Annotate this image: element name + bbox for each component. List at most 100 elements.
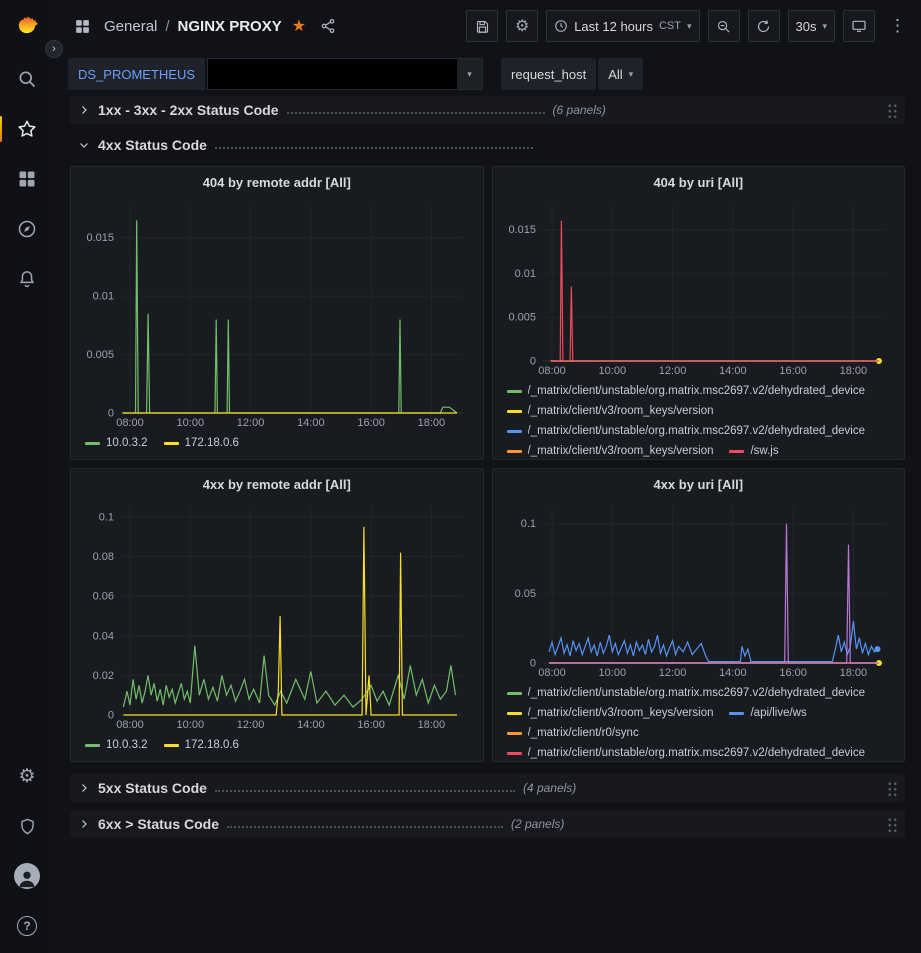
panel-header[interactable]: 4xx by remote addr [All]: [71, 469, 483, 499]
variable-ds-chevron[interactable]: ▾: [457, 58, 483, 90]
svg-text:0.1: 0.1: [520, 518, 535, 530]
row-6xx[interactable]: 6xx > Status Code (2 panels): [70, 810, 905, 838]
sidebar-item-admin[interactable]: [9, 811, 45, 841]
svg-text:0.01: 0.01: [93, 291, 114, 303]
row-title: 1xx - 3xx - 2xx Status Code: [98, 102, 279, 118]
panel-header[interactable]: 404 by remote addr [All]: [71, 167, 483, 197]
svg-text:0.06: 0.06: [93, 591, 114, 603]
chevron-down-icon: [78, 139, 90, 151]
refresh-interval-picker[interactable]: 30s ▾: [788, 10, 836, 42]
svg-text:16:00: 16:00: [779, 365, 807, 377]
svg-text:16:00: 16:00: [357, 417, 385, 429]
timeseries-svg: 08:0010:0012:0014:0016:0018:0000.0050.01…: [497, 197, 901, 379]
save-dashboard-button[interactable]: [466, 10, 498, 42]
legend-item[interactable]: /_matrix/client/unstable/org.matrix.msc2…: [507, 421, 866, 441]
grafana-logo[interactable]: [12, 10, 42, 40]
row-drag-handle[interactable]: [886, 816, 897, 832]
panel-header[interactable]: 404 by uri [All]: [493, 167, 905, 197]
legend-swatch: [507, 692, 522, 695]
svg-text:12:00: 12:00: [237, 417, 265, 429]
legend-swatch: [507, 390, 522, 393]
sidebar-item-configuration[interactable]: ⚙: [9, 761, 45, 791]
zoom-out-button[interactable]: [708, 10, 740, 42]
row-drag-handle[interactable]: [886, 780, 897, 796]
panel-header[interactable]: 4xx by uri [All]: [493, 469, 905, 499]
legend-item[interactable]: 172.18.0.6: [164, 433, 239, 453]
svg-text:10:00: 10:00: [177, 719, 205, 731]
favorite-star-icon[interactable]: ★: [292, 16, 306, 36]
time-range-label: Last 12 hours: [574, 19, 653, 34]
share-button[interactable]: [314, 12, 342, 40]
breadcrumb-folder[interactable]: General: [104, 18, 157, 35]
timezone-label: CST: [659, 20, 681, 32]
dotted-leader: [215, 790, 515, 792]
panel-title: 404 by remote addr [All]: [203, 175, 351, 190]
row-1xx-3xx-2xx[interactable]: 1xx - 3xx - 2xx Status Code (6 panels): [70, 96, 905, 124]
svg-text:0.005: 0.005: [86, 349, 114, 361]
sidebar-item-alerting[interactable]: [9, 264, 45, 294]
legend-item[interactable]: /sw.js: [729, 441, 778, 459]
sidebar-item-search[interactable]: [9, 64, 45, 94]
legend-item[interactable]: /_matrix/client/v3/room_keys/version: [507, 441, 714, 459]
legend-item[interactable]: /_matrix/client/r0/sync: [507, 723, 639, 743]
dashboards-breadcrumb-icon-button[interactable]: [68, 12, 96, 40]
gear-icon: ⚙: [515, 16, 529, 36]
legend-item[interactable]: 172.18.0.6: [164, 735, 239, 755]
legend-swatch: [507, 450, 522, 453]
row-drag-handle[interactable]: [886, 102, 897, 118]
time-range-picker[interactable]: Last 12 hours CST ▾: [546, 10, 699, 42]
panel-legend: /_matrix/client/unstable/org.matrix.msc2…: [493, 681, 905, 761]
svg-text:14:00: 14:00: [719, 365, 747, 377]
legend-item[interactable]: 10.0.3.2: [85, 433, 148, 453]
legend-item[interactable]: /_matrix/client/v3/room_keys/version: [507, 703, 714, 723]
row-4xx[interactable]: 4xx Status Code: [70, 132, 905, 158]
sidebar-expand-button[interactable]: ›: [45, 40, 63, 58]
svg-text:08:00: 08:00: [538, 365, 566, 377]
row-panel-count: (6 panels): [553, 103, 606, 117]
dashboard-settings-button[interactable]: ⚙: [506, 10, 538, 42]
help-icon: ?: [17, 916, 37, 936]
sidebar-item-profile[interactable]: [9, 861, 45, 891]
variable-value-request-host[interactable]: All ▾: [598, 58, 643, 90]
panel-404-by-remote-addr: 404 by remote addr [All] 08:00 10:00 12:00…: [70, 166, 484, 460]
svg-text:10:00: 10:00: [177, 417, 205, 429]
svg-text:18:00: 18:00: [418, 417, 446, 429]
legend-swatch: [164, 744, 179, 747]
svg-text:08:00: 08:00: [116, 417, 144, 429]
legend-label: /_matrix/client/unstable/org.matrix.msc2…: [528, 683, 866, 703]
sidebar-item-starred[interactable]: [9, 114, 45, 144]
refresh-button[interactable]: [748, 10, 780, 42]
sidebar-item-dashboards[interactable]: [9, 164, 45, 194]
variables-bar: DS_PROMETHEUS ▾ request_host All ▾: [54, 52, 921, 96]
dashboard-body: 1xx - 3xx - 2xx Status Code (6 panels) 4…: [54, 96, 921, 953]
more-options-button[interactable]: ⋮: [883, 10, 907, 42]
sidebar-item-explore[interactable]: [9, 214, 45, 244]
legend-item[interactable]: /_matrix/client/v3/room_keys/version: [507, 401, 714, 421]
row-5xx[interactable]: 5xx Status Code (4 panels): [70, 774, 905, 802]
svg-text:0.015: 0.015: [508, 224, 536, 236]
panel-chart[interactable]: 08:0010:0012:0014:0016:0018:0000.0050.01…: [75, 197, 479, 431]
legend-item[interactable]: /_matrix/client/unstable/org.matrix.msc2…: [507, 381, 866, 401]
legend-item[interactable]: /_matrix/client/unstable/org.matrix.msc2…: [507, 683, 866, 703]
panel-chart[interactable]: 08:0010:0012:0014:0016:0018:0000.020.040…: [75, 499, 479, 733]
variable-value-ds-prometheus[interactable]: [207, 58, 457, 90]
clock-icon: [554, 19, 568, 33]
variable-label-request-host[interactable]: request_host: [501, 58, 596, 90]
panel-legend: 10.0.3.2 172.18.0.6: [71, 733, 483, 761]
panel-title: 404 by uri [All]: [653, 175, 743, 190]
tv-mode-button[interactable]: [843, 10, 875, 42]
legend-item[interactable]: 10.0.3.2: [85, 735, 148, 755]
panel-legend: /_matrix/client/unstable/org.matrix.msc2…: [493, 379, 905, 459]
legend-item[interactable]: /api/live/ws: [729, 703, 806, 723]
svg-text:18:00: 18:00: [839, 667, 867, 679]
share-icon: [320, 18, 336, 34]
panel-chart[interactable]: 08:0010:0012:0014:0016:0018:0000.050.1: [497, 499, 901, 681]
sidebar-item-help[interactable]: ?: [9, 911, 45, 941]
legend-swatch: [507, 410, 522, 413]
breadcrumb-dashboard-title[interactable]: NGINX PROXY: [178, 18, 282, 35]
dotted-leader: [227, 826, 503, 828]
variable-label-ds-prometheus[interactable]: DS_PROMETHEUS: [68, 58, 205, 90]
legend-item[interactable]: /_matrix/client/unstable/org.matrix.msc2…: [507, 743, 866, 761]
panel-chart[interactable]: 08:0010:0012:0014:0016:0018:0000.0050.01…: [497, 197, 901, 379]
legend-label: /_matrix/client/v3/room_keys/version: [528, 401, 714, 421]
